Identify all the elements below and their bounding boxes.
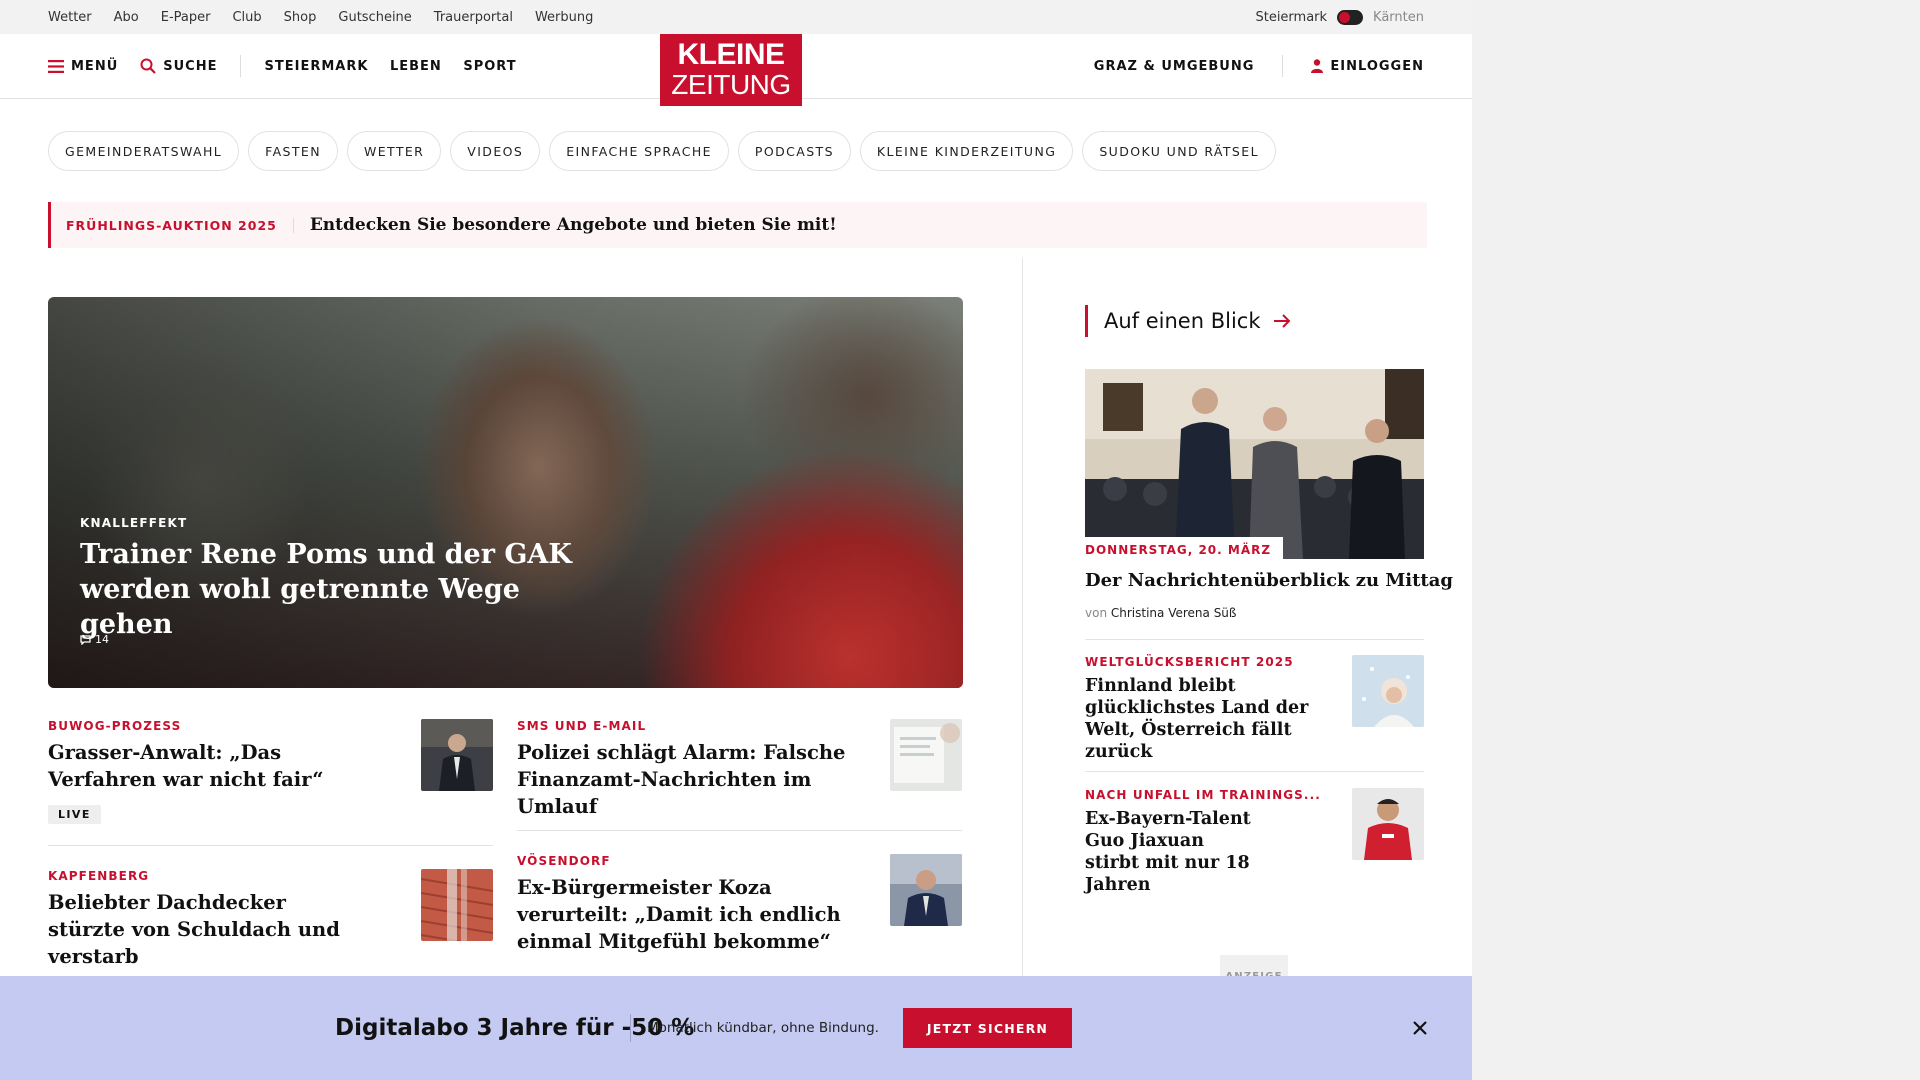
search-icon xyxy=(140,58,157,74)
sidebar-divider xyxy=(1085,639,1424,640)
banner-subline: Monatlich kündbar, ohne Bindung. xyxy=(647,1020,879,1036)
article-teaser-buwog[interactable]: BUWOG-PROZESS Grasser-Anwalt: „Das Verfa… xyxy=(48,719,493,824)
hero-title: Trainer Rene Poms und der GAK werden woh… xyxy=(80,539,572,640)
main-header: MENÜ SUCHE STEIERMARK LEBEN SPORT KLEINE… xyxy=(0,34,1472,106)
header-right-separator xyxy=(1282,55,1284,77)
article-title: Ex-Bürgermeister Koza verurteilt: „Damit… xyxy=(517,876,841,953)
sidebar-item-thumbnail xyxy=(1352,655,1424,727)
header-left: MENÜ SUCHE STEIERMARK LEBEN SPORT xyxy=(48,34,533,98)
promo-bar[interactable]: FRÜHLINGS-AUKTION 2025 Entdecken Sie bes… xyxy=(48,202,1427,248)
live-badge: LIVE xyxy=(48,805,101,824)
article-thumbnail xyxy=(421,719,493,791)
nav-leben[interactable]: LEBEN xyxy=(390,59,442,74)
login-label: EINLOGGEN xyxy=(1330,58,1424,74)
sidebar-item-bayern-talent[interactable]: NACH UNFALL IM TRAININGS... Ex-Bayern-Ta… xyxy=(1085,788,1424,896)
utility-links: Wetter Abo E-Paper Club Shop Gutscheine … xyxy=(48,0,593,34)
article-title: Grasser-Anwalt: „Das Verfahren war nicht… xyxy=(48,741,324,791)
banner-cta-button[interactable]: JETZT SICHERN xyxy=(903,1008,1072,1048)
pill-einfache-sprache[interactable]: EINFACHE SPRACHE xyxy=(549,131,729,171)
banner-separator xyxy=(630,1014,631,1042)
header-right: GRAZ & UMGEBUNG EINLOGGEN xyxy=(1094,34,1424,98)
utility-link-abo[interactable]: Abo xyxy=(114,10,139,25)
region-steiermark[interactable]: Steiermark xyxy=(1255,10,1327,25)
hero-comment-number: 14 xyxy=(95,633,109,646)
pill-kinderzeitung[interactable]: KLEINE KINDERZEITUNG xyxy=(859,131,1074,171)
pill-fasten[interactable]: FASTEN xyxy=(248,131,338,171)
menu-label: MENÜ xyxy=(71,58,119,74)
sidebar-item-finnland[interactable]: WELTGLÜCKSBERICHT 2025 Finnland bleibt g… xyxy=(1085,655,1424,763)
logo-line-2: ZEITUNG xyxy=(671,69,791,100)
author-name[interactable]: Christina Verena Süß xyxy=(1111,606,1237,620)
main-nav: STEIERMARK LEBEN SPORT xyxy=(265,59,533,74)
article-title: Polizei schlägt Alarm: Falsche Finanzamt… xyxy=(517,741,846,818)
utility-link-gutscheine[interactable]: Gutscheine xyxy=(338,10,411,25)
search-label: SUCHE xyxy=(163,58,218,74)
author-prefix: von xyxy=(1085,606,1108,620)
sidebar-author-line: von Christina Verena Süß xyxy=(1085,606,1236,620)
pill-sudoku[interactable]: SUDOKU UND RÄTSEL xyxy=(1082,131,1276,171)
sidebar-lead-title[interactable]: Der Nachrichtenüberblick zu Mittag xyxy=(1085,570,1453,591)
page: Wetter Abo E-Paper Club Shop Gutscheine … xyxy=(0,0,1472,1080)
sidebar-lead-image[interactable] xyxy=(1085,369,1424,559)
article-thumbnail xyxy=(890,719,962,791)
subscription-banner: Digitalabo 3 Jahre für -50 % Monatlich k… xyxy=(0,976,1472,1080)
logo-line-1: KLEINE xyxy=(677,38,785,71)
sidebar-item-title: Finnland bleibt glücklichstes Land der W… xyxy=(1085,676,1309,762)
article-title: Beliebter Dachdecker stürzte von Schulda… xyxy=(48,891,340,968)
sidebar-heading-link[interactable]: Auf einen Blick xyxy=(1085,305,1291,337)
hero-comment-count[interactable]: 14 xyxy=(80,633,109,646)
pill-podcasts[interactable]: PODCASTS xyxy=(737,131,851,171)
article-teaser-finanzamt[interactable]: SMS UND E-MAIL Polizei schlägt Alarm: Fa… xyxy=(517,719,962,820)
article-teaser-kapfenberg[interactable]: KAPFENBERG Beliebter Dachdecker stürzte … xyxy=(48,869,493,993)
utility-link-club[interactable]: Club xyxy=(232,10,261,25)
sidebar-item-title: Ex-Bayern-Talent Guo Jiaxuan stirbt mit … xyxy=(1085,809,1251,895)
arrow-right-icon xyxy=(1273,314,1290,328)
pill-gemeinderatswahl[interactable]: GEMEINDERATSWAHL xyxy=(48,131,240,171)
search-button[interactable]: SUCHE xyxy=(140,58,217,74)
article-thumbnail xyxy=(890,854,962,926)
utility-link-trauerportal[interactable]: Trauerportal xyxy=(434,10,513,25)
hero-kicker: KNALLEFFEKT xyxy=(80,516,188,530)
nav-steiermark[interactable]: STEIERMARK xyxy=(265,59,369,74)
utility-link-shop[interactable]: Shop xyxy=(284,10,317,25)
region-toggle[interactable] xyxy=(1337,9,1364,25)
region-link[interactable]: GRAZ & UMGEBUNG xyxy=(1094,59,1255,74)
menu-button[interactable]: MENÜ xyxy=(48,59,118,74)
close-icon[interactable] xyxy=(1408,1016,1432,1040)
topic-pills: GEMEINDERATSWAHL FASTEN WETTER VIDEOS EI… xyxy=(48,131,1276,171)
site-logo[interactable]: KLEINE ZEITUNG xyxy=(660,34,802,106)
promo-text: Entdecken Sie besondere Angebote und bie… xyxy=(309,215,837,235)
sidebar-divider xyxy=(1085,771,1424,772)
utility-link-epaper[interactable]: E-Paper xyxy=(161,10,211,25)
utility-bar: Wetter Abo E-Paper Club Shop Gutscheine … xyxy=(0,0,1472,34)
empty-viewport-area xyxy=(1472,0,1920,1080)
utility-link-werbung[interactable]: Werbung xyxy=(535,10,593,25)
hamburger-icon xyxy=(48,59,64,73)
user-icon xyxy=(1311,59,1324,73)
sidebar-heading: Auf einen Blick xyxy=(1104,309,1261,333)
utility-link-wetter[interactable]: Wetter xyxy=(48,10,92,25)
article-thumbnail xyxy=(421,869,493,941)
pill-wetter[interactable]: WETTER xyxy=(346,131,442,171)
nav-sport[interactable]: SPORT xyxy=(463,59,516,74)
header-separator xyxy=(239,55,241,77)
login-button[interactable]: EINLOGGEN xyxy=(1311,59,1424,74)
article-divider xyxy=(48,845,493,846)
banner-headline: Digitalabo 3 Jahre für -50 % xyxy=(335,1015,695,1041)
pill-videos[interactable]: VIDEOS xyxy=(450,131,541,171)
region-switch: Steiermark Kärnten xyxy=(1255,0,1424,34)
sidebar-item-thumbnail xyxy=(1352,788,1424,860)
region-kaernten[interactable]: Kärnten xyxy=(1373,10,1424,25)
article-divider xyxy=(517,830,962,831)
comment-icon xyxy=(80,634,91,645)
column-divider xyxy=(1022,258,1023,978)
promo-tag: FRÜHLINGS-AUKTION 2025 xyxy=(51,217,294,233)
article-teaser-koza[interactable]: VÖSENDORF Ex-Bürgermeister Koza verurtei… xyxy=(517,854,962,955)
sidebar-date: DONNERSTAG, 20. MÄRZ xyxy=(1085,537,1284,561)
hero-teaser[interactable]: KNALLEFFEKT Trainer Rene Poms und der GA… xyxy=(48,297,963,688)
